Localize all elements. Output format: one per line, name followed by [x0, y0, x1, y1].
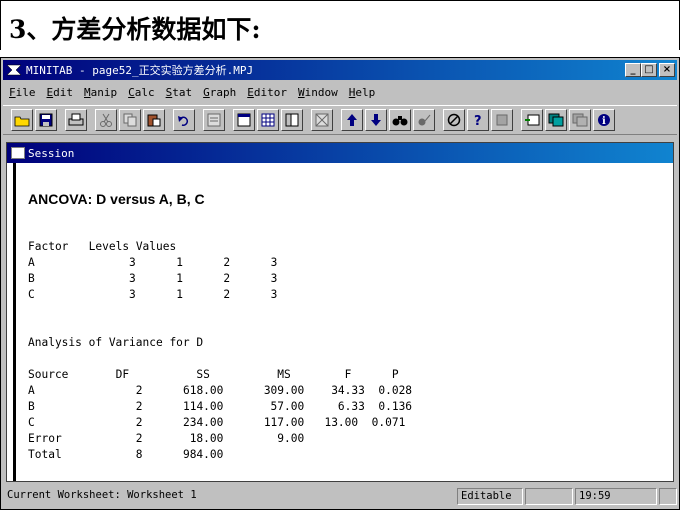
open-icon[interactable] [11, 109, 33, 131]
data-window-icon[interactable] [257, 109, 279, 131]
status-empty [525, 488, 573, 505]
window-title: MINITAB - page52_正交实验方差分析.MPJ [26, 64, 254, 77]
help-icon[interactable]: ? [467, 109, 489, 131]
menu-editor[interactable]: Editor [247, 86, 287, 99]
ancova-title: ANCOVA: D versus A, B, C [28, 191, 205, 207]
status-time: 19:59 [575, 488, 657, 505]
status-bar: Current Worksheet: Worksheet 1 Editable … [3, 486, 677, 507]
minitab-window: MINITAB - page52_正交实验方差分析.MPJ _ □ × File… [0, 57, 680, 510]
session-title-bar[interactable]: Session [7, 143, 673, 163]
close-graphs-icon[interactable] [569, 109, 591, 131]
save-icon[interactable] [35, 109, 57, 131]
cancel-icon[interactable] [443, 109, 465, 131]
slide-heading: 3、方差分析数据如下: [0, 0, 680, 50]
menu-help[interactable]: Help [349, 86, 376, 99]
history-icon[interactable] [311, 109, 333, 131]
minitab-app-icon[interactable] [6, 63, 22, 77]
graph-window-icon[interactable] [545, 109, 567, 131]
session-window-icon[interactable] [233, 109, 255, 131]
session-title: Session [28, 146, 75, 160]
undo-icon[interactable] [173, 109, 195, 131]
factor-row: A 3 1 2 3 [28, 256, 278, 269]
title-bar[interactable]: MINITAB - page52_正交实验方差分析.MPJ _ □ × [3, 60, 677, 80]
anova-title: Analysis of Variance for D [28, 336, 204, 349]
close-button[interactable]: × [659, 63, 675, 77]
manage-graphs-icon[interactable] [521, 109, 543, 131]
menu-graph[interactable]: Graph [203, 86, 236, 99]
svg-text:i: i [602, 116, 606, 127]
session-output[interactable]: ANCOVA: D versus A, B, C Factor Levels V… [13, 163, 673, 481]
toolbar: ? i [3, 105, 677, 135]
anova-header: Source DF SS MS F P [28, 368, 399, 381]
print-icon[interactable] [65, 109, 87, 131]
cut-icon[interactable] [95, 109, 117, 131]
menu-bar: File Edit Manip Calc Stat Graph Editor W… [3, 82, 677, 102]
edit-last-dialog-icon[interactable] [203, 109, 225, 131]
info-icon[interactable]: i [593, 109, 615, 131]
anova-row: B 2 114.00 57.00 6.33 0.136 [28, 400, 413, 413]
session-icon [11, 147, 25, 159]
paste-icon[interactable] [143, 109, 165, 131]
menu-manip[interactable]: Manip [84, 86, 117, 99]
down-arrow-icon[interactable] [365, 109, 387, 131]
stop-icon[interactable] [491, 109, 513, 131]
menu-calc[interactable]: Calc [128, 86, 155, 99]
copy-icon[interactable] [119, 109, 141, 131]
find-icon[interactable] [389, 109, 411, 131]
status-mode: Editable [457, 488, 523, 505]
factor-header: Factor Levels Values [28, 240, 177, 253]
anova-row: Total 8 984.00 [28, 448, 224, 461]
status-worksheet: Current Worksheet: Worksheet 1 [7, 489, 197, 501]
maximize-button[interactable]: □ [641, 63, 657, 77]
replace-icon[interactable] [413, 109, 435, 131]
factor-row: B 3 1 2 3 [28, 272, 278, 285]
up-arrow-icon[interactable] [341, 109, 363, 131]
minimize-button[interactable]: _ [625, 63, 641, 77]
factor-row: C 3 1 2 3 [28, 288, 278, 301]
menu-file[interactable]: File [9, 86, 36, 99]
anova-row: Error 2 18.00 9.00 [28, 432, 305, 445]
menu-edit[interactable]: Edit [47, 86, 74, 99]
anova-row: A 2 618.00 309.00 34.33 0.028 [28, 384, 413, 397]
menu-window[interactable]: Window [298, 86, 338, 99]
session-window: Session ANCOVA: D versus A, B, C Factor … [6, 142, 674, 482]
menu-stat[interactable]: Stat [166, 86, 193, 99]
svg-text:?: ? [474, 114, 482, 127]
info-window-icon[interactable] [281, 109, 303, 131]
anova-row: C 2 234.00 117.00 13.00 0.071 [28, 416, 406, 429]
resize-grip-icon[interactable] [659, 488, 677, 505]
